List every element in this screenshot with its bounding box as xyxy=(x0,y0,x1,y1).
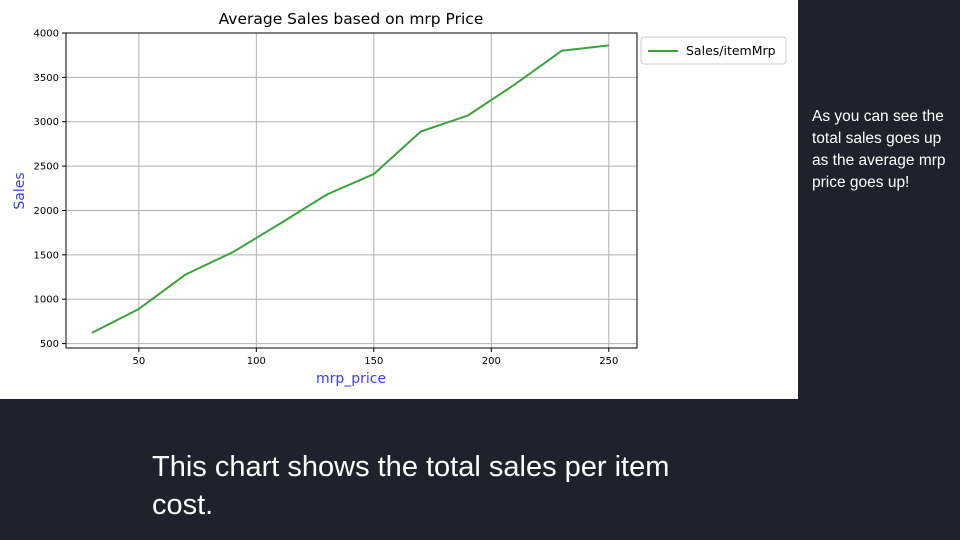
chart-panel: Average Sales based on mrp Price 50 100 15… xyxy=(0,0,798,399)
side-note: As you can see the total sales goes up a… xyxy=(812,108,946,191)
series-layer xyxy=(91,44,609,334)
legend: Sales/itemMrp xyxy=(640,36,787,65)
y-tick-label: 4000 xyxy=(34,29,59,40)
y-tick-label: 1000 xyxy=(34,295,59,306)
x-tick-label: 100 xyxy=(247,356,266,367)
slide-caption: This chart shows the total sales per ite… xyxy=(152,451,670,521)
y-tick-label: 2000 xyxy=(34,206,59,217)
tick-layer: 50 100 150 200 250 500 1000 1500 2000 2500 3000 350… xyxy=(34,29,619,368)
x-tick-label: 250 xyxy=(599,356,618,367)
x-tick-label: 50 xyxy=(132,356,145,367)
x-axis-label: mrp_price xyxy=(316,371,386,387)
legend-label-sales-itemmrp: Sales/itemMrp xyxy=(686,43,776,58)
x-tick-label: 150 xyxy=(364,356,383,367)
y-tick-label: 2500 xyxy=(34,162,59,173)
y-tick-label: 500 xyxy=(40,339,59,350)
series-line-sales-itemmrp xyxy=(91,44,609,334)
y-tick-label: 3500 xyxy=(34,73,59,84)
chart-title: Average Sales based on mrp Price xyxy=(219,10,484,28)
y-tick-label: 3000 xyxy=(34,117,59,128)
sales-line-chart: Average Sales based on mrp Price 50 100 15… xyxy=(12,10,787,387)
x-tick-label: 200 xyxy=(482,356,501,367)
y-axis-label: Sales xyxy=(12,172,28,209)
y-tick-label: 1500 xyxy=(34,250,59,261)
